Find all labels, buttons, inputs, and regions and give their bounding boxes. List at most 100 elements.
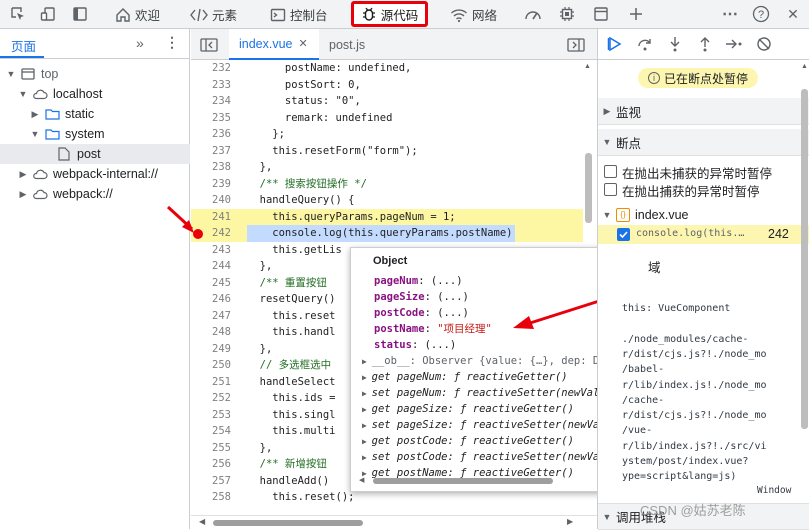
collapse-arrow-icon[interactable]: ▶ <box>17 169 29 180</box>
collapse-arrow-icon[interactable]: ▶ <box>17 189 29 200</box>
observer-row[interactable]: ▶ __ob__: Observer {value: {…}, dep: Dep… <box>362 353 618 369</box>
code-line[interactable]: 238 }, <box>191 159 583 176</box>
property-row[interactable]: pageNum: (...) <box>374 273 463 289</box>
code-line[interactable]: 240 handleQuery() { <box>191 192 583 209</box>
toggle-sidebar-icon[interactable] <box>71 5 89 23</box>
accessor-row[interactable]: ▶ set postCode: ƒ reactiveSetter(newVal) <box>362 449 612 465</box>
property-row[interactable]: postCode: (...) <box>374 305 469 321</box>
accessor-row[interactable]: ▶ set pageNum: ƒ reactiveSetter(newVal) <box>362 385 606 401</box>
code-line[interactable]: 237 this.resetForm("form"); <box>191 143 583 160</box>
line-number[interactable]: 233 <box>191 77 231 94</box>
editor-horizontal-scrollbar[interactable]: ◀ ▶ <box>191 515 597 529</box>
expand-arrow-icon[interactable]: ▼ <box>5 69 17 79</box>
expand-arrow-icon[interactable]: ▶ <box>362 357 372 366</box>
resume-icon[interactable] <box>607 36 623 55</box>
line-number[interactable]: 252 <box>191 390 231 407</box>
scroll-right-arrow[interactable]: ▶ <box>567 517 573 526</box>
line-number[interactable]: 254 <box>191 423 231 440</box>
breakpoint-entry[interactable]: console.log(this.… 242 <box>598 225 809 244</box>
line-number[interactable]: 232 <box>191 60 231 77</box>
accessor-row[interactable]: ▶ get pageNum: ƒ reactiveGetter() <box>362 369 568 385</box>
accessor-row[interactable]: ▶ get postCode: ƒ reactiveGetter() <box>362 433 574 449</box>
pause-caught-checkbox[interactable] <box>604 183 617 196</box>
device-toolbar-icon[interactable] <box>39 5 57 23</box>
help-icon[interactable]: ? <box>752 5 770 23</box>
code-line[interactable]: 242 console.log(this.queryParams.postNam… <box>191 225 583 242</box>
expand-arrow-icon[interactable]: ▶ <box>362 373 372 382</box>
line-number[interactable]: 237 <box>191 143 231 160</box>
line-number[interactable]: 236 <box>191 126 231 143</box>
scroll-left-arrow[interactable]: ◀ <box>199 517 205 526</box>
line-number[interactable]: 234 <box>191 93 231 110</box>
pause-uncaught-checkbox[interactable] <box>604 165 617 178</box>
tab-index-vue[interactable]: index.vue ✕ <box>229 29 319 60</box>
code-line[interactable]: 234 status: "0", <box>191 93 583 110</box>
property-value[interactable]: (...) <box>437 291 469 303</box>
code-line[interactable]: 232 postName: undefined, <box>191 60 583 77</box>
close-tab-icon[interactable]: ✕ <box>299 37 308 50</box>
accessor-row[interactable]: ▶ set pageSize: ƒ reactiveSetter(newVal) <box>362 417 612 433</box>
line-number[interactable]: 244 <box>191 258 231 275</box>
property-value[interactable]: (...) <box>437 307 469 319</box>
tab-console[interactable]: 控制台 <box>270 0 328 29</box>
deactivate-breakpoints-icon[interactable] <box>756 36 772 55</box>
code-line[interactable]: 241 this.queryParams.pageNum = 1; <box>191 208 583 225</box>
line-number[interactable]: 255 <box>191 440 231 457</box>
line-number[interactable]: 247 <box>191 308 231 325</box>
property-value[interactable]: (...) <box>425 339 457 351</box>
tree-item-localhost[interactable]: ▼ localhost <box>0 84 190 104</box>
line-number[interactable]: 238 <box>191 159 231 176</box>
scroll-left-arrow[interactable]: ◀ <box>359 476 364 484</box>
popover-h-thumb[interactable] <box>373 478 553 484</box>
expand-arrow-icon[interactable]: ▶ <box>362 389 372 398</box>
more-tools-plus-icon[interactable] <box>627 5 645 23</box>
tree-item-system[interactable]: ▼ system <box>0 124 190 144</box>
scroll-up-arrow[interactable]: ▲ <box>584 63 591 70</box>
line-number[interactable]: 253 <box>191 407 231 424</box>
breakpoint-file-row[interactable]: ▼ {} index.vue <box>598 205 809 225</box>
sidebar-scrollbar[interactable]: ▲ <box>800 63 809 503</box>
collapse-arrow-icon[interactable]: ▶ <box>29 109 41 120</box>
line-number[interactable]: 250 <box>191 357 231 374</box>
tree-item-top[interactable]: ▼ top <box>0 64 190 84</box>
tree-item-webpack-internal[interactable]: ▶ webpack-internal:// <box>0 164 190 184</box>
section-breakpoints[interactable]: ▼ 断点 <box>598 129 809 156</box>
property-row[interactable]: pageSize: (...) <box>374 289 469 305</box>
toggle-navigator-icon[interactable] <box>200 38 218 55</box>
tree-item-post[interactable]: post <box>0 144 190 164</box>
line-number[interactable]: 249 <box>191 341 231 358</box>
scroll-up-arrow[interactable]: ▲ <box>801 63 808 70</box>
line-number[interactable]: 248 <box>191 324 231 341</box>
section-watch[interactable]: ▶ 监视 <box>598 98 809 125</box>
breakpoint-checkbox[interactable] <box>617 228 630 241</box>
tab-sources[interactable]: 源代码 <box>351 1 428 27</box>
sidebar-scrollbar-thumb[interactable] <box>801 89 808 429</box>
step-into-icon[interactable] <box>667 36 683 55</box>
code-line[interactable]: 236 }; <box>191 126 583 143</box>
memory-icon[interactable] <box>558 5 576 23</box>
step-out-icon[interactable] <box>697 36 713 55</box>
step-over-icon[interactable] <box>637 36 653 55</box>
performance-icon[interactable] <box>524 5 542 23</box>
code-line[interactable]: 239 /** 搜索按钮操作 */ <box>191 176 583 193</box>
expand-arrow-icon[interactable]: ▶ <box>362 437 372 446</box>
line-number[interactable]: 257 <box>191 473 231 490</box>
scrollbar-thumb[interactable] <box>585 153 592 223</box>
inspect-element-icon[interactable] <box>9 5 27 23</box>
tab-page[interactable]: 页面 <box>11 36 36 55</box>
tab-elements[interactable]: 元素 <box>190 0 237 29</box>
expand-arrow-icon[interactable]: ▶ <box>362 421 372 430</box>
h-scrollbar-thumb[interactable] <box>213 520 363 526</box>
close-devtools-icon[interactable]: ✕ <box>784 5 802 23</box>
chevron-right-icon[interactable]: » <box>136 35 144 51</box>
toggle-debugger-icon[interactable] <box>567 38 585 55</box>
line-number[interactable]: 256 <box>191 456 231 473</box>
line-number[interactable]: 245 <box>191 275 231 292</box>
line-number[interactable]: 246 <box>191 291 231 308</box>
property-value[interactable]: (...) <box>431 275 463 287</box>
tab-post-js[interactable]: post.js <box>329 29 365 60</box>
line-number[interactable]: 258 <box>191 489 231 506</box>
popover-horizontal-scrollbar[interactable]: ◀ ▶ <box>359 476 629 486</box>
line-number[interactable]: 251 <box>191 374 231 391</box>
expand-arrow-icon[interactable]: ▼ <box>17 89 29 99</box>
